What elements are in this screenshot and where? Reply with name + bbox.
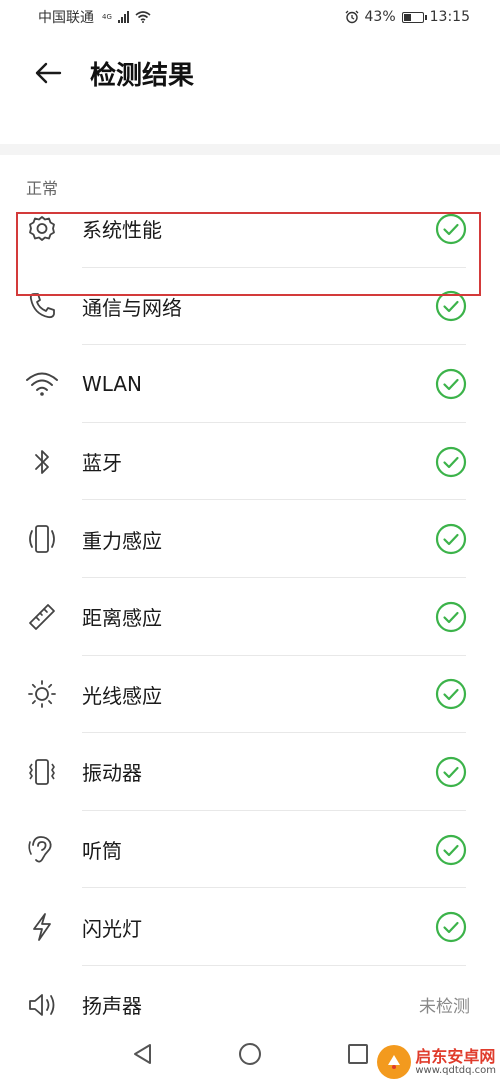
check-circle-icon — [435, 446, 467, 477]
nav-recents-button[interactable] — [343, 1039, 373, 1069]
check-circle-icon — [435, 834, 467, 865]
header-spacer — [0, 112, 500, 144]
flash-icon — [24, 909, 60, 945]
status-check — [434, 677, 468, 711]
watermark-text: 启东安卓网 www.qdtdq.com — [415, 1048, 496, 1077]
status-bar-right: 43% 13:15 — [345, 9, 470, 25]
clock: 13:15 — [429, 9, 470, 25]
vibration-icon — [24, 754, 60, 790]
watermark-title: 启东安卓网 — [415, 1046, 496, 1066]
status-check — [434, 289, 468, 323]
result-item-label: 蓝牙 — [82, 451, 122, 476]
result-item-label: WLAN — [82, 371, 143, 396]
check-circle-icon — [435, 679, 467, 710]
watermark-url: www.qdtdq.com — [415, 1065, 496, 1077]
ear-icon — [24, 832, 60, 868]
watermark-logo-icon — [377, 1045, 412, 1079]
status-check — [434, 755, 468, 789]
check-circle-icon — [435, 368, 467, 400]
section-label: 正常 — [26, 179, 59, 198]
status-check — [434, 600, 468, 634]
status-bar: 中国联通 4G 43% 13:15 — [0, 0, 500, 34]
result-item-label: 闪光灯 — [82, 916, 142, 941]
check-circle-icon — [435, 213, 467, 244]
status-check — [434, 367, 468, 401]
status-check — [434, 212, 468, 246]
result-item-3[interactable]: 蓝牙 — [0, 423, 500, 501]
speaker-icon — [24, 987, 60, 1023]
check-circle-icon — [435, 912, 467, 943]
result-item-label: 扬声器 — [82, 994, 142, 1019]
nav-home-button[interactable] — [235, 1039, 265, 1069]
result-item-label: 距离感应 — [82, 606, 162, 631]
result-item-label: 重力感应 — [82, 528, 162, 553]
status-check — [434, 833, 468, 867]
status-bar-left: 中国联通 4G — [38, 7, 151, 27]
result-item-label: 系统性能 — [82, 218, 162, 243]
result-item-0[interactable]: 系统性能 — [0, 190, 500, 268]
result-list: 系统性能通信与网络 WLAN 蓝牙重力感应距离感应光线感应振动器听筒闪光灯扬声器 未检… — [0, 190, 500, 1044]
signal-icon — [117, 11, 129, 23]
bluetooth-icon — [24, 444, 60, 480]
battery-icon — [401, 11, 427, 23]
result-item-2[interactable]: WLAN — [0, 345, 500, 423]
circle-home-icon — [239, 1043, 261, 1065]
network-type: 4G — [102, 12, 112, 21]
page-title: 检测结果 — [90, 60, 195, 91]
check-circle-icon — [435, 756, 467, 788]
carrier-name: 中国联通 — [38, 10, 94, 26]
square-recents-icon — [348, 1044, 368, 1064]
back-button[interactable] — [32, 57, 64, 89]
result-item-5[interactable]: 距离感应 — [0, 578, 500, 656]
status-check — [434, 445, 468, 479]
result-item-9[interactable]: 闪光灯 — [0, 888, 500, 966]
section-divider — [0, 144, 500, 155]
status-check — [434, 910, 468, 944]
result-item-7[interactable]: 振动器 — [0, 733, 500, 811]
sun-icon — [24, 676, 60, 712]
watermark: 启东安卓网 www.qdtdq.com — [377, 1045, 496, 1079]
result-item-8[interactable]: 听筒 — [0, 811, 500, 889]
alarm-icon — [345, 10, 358, 24]
result-item-label: 光线感应 — [82, 683, 162, 708]
phone-icon — [24, 288, 60, 324]
status-check — [434, 522, 468, 556]
check-circle-icon — [435, 291, 467, 322]
triangle-back-icon — [134, 1044, 151, 1064]
result-item-1[interactable]: 通信与网络 — [0, 268, 500, 346]
ruler-icon — [24, 599, 60, 635]
result-item-label: 振动器 — [82, 761, 142, 786]
gear-icon — [24, 211, 60, 247]
result-item-label: 听筒 — [82, 839, 122, 864]
battery-percent: 43% — [364, 9, 396, 25]
wifi-status-icon — [135, 11, 151, 23]
check-circle-icon — [435, 524, 467, 555]
result-item-4[interactable]: 重力感应 — [0, 500, 500, 578]
wifi-icon — [24, 366, 60, 402]
gravity-sensor-icon — [24, 521, 60, 557]
status-text: 未检测 — [419, 997, 470, 1018]
result-item-6[interactable]: 光线感应 — [0, 656, 500, 734]
check-circle-icon — [435, 601, 467, 632]
result-item-label: 通信与网络 — [82, 295, 182, 320]
nav-back-button[interactable] — [127, 1039, 157, 1069]
arrow-left-icon — [35, 62, 62, 84]
app-header: 检测结果 — [0, 34, 500, 112]
